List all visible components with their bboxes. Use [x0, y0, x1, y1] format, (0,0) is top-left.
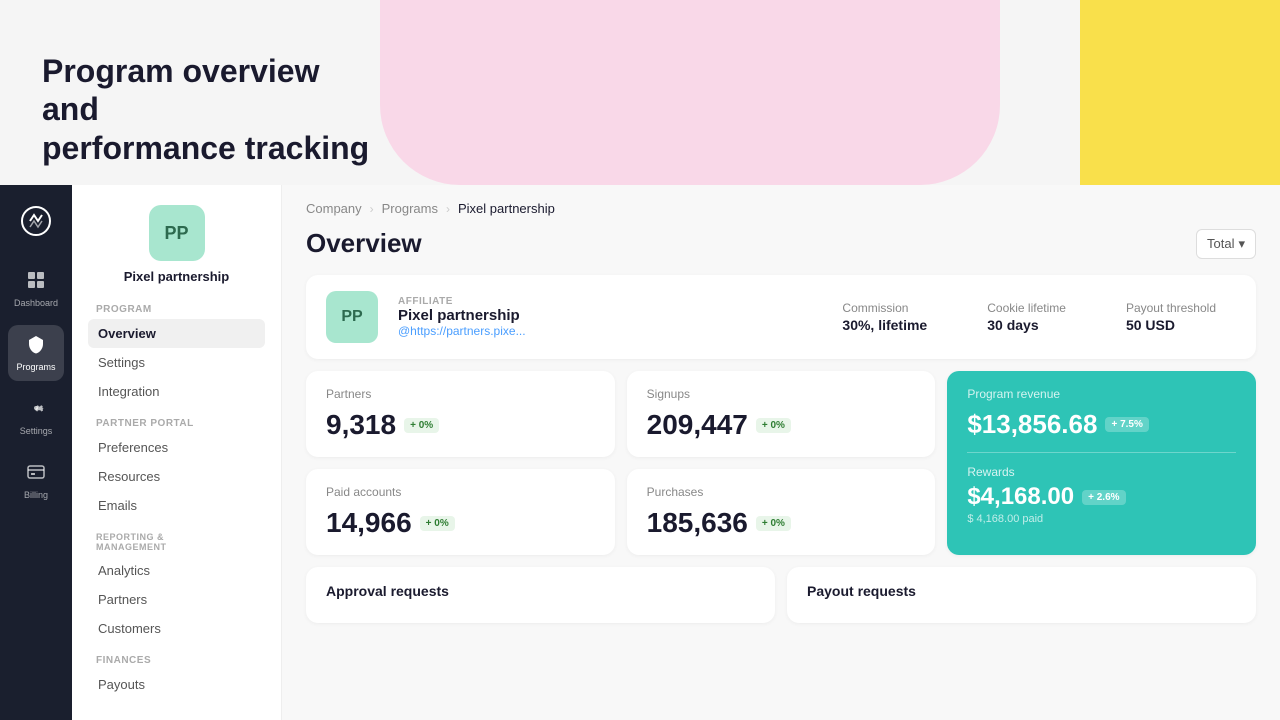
partners-value-row: 9,318 + 0% — [326, 409, 595, 441]
partner-header: PP Pixel partnership — [88, 205, 265, 284]
sidebar-item-preferences[interactable]: Preferences — [88, 433, 265, 462]
nav-programs[interactable]: Programs — [8, 325, 64, 381]
main-layout: Dashboard Programs Settings — [0, 185, 1280, 720]
purchases-value-row: 185,636 + 0% — [647, 507, 916, 539]
partners-value: 9,318 — [326, 409, 396, 441]
purchases-label: Purchases — [647, 485, 916, 499]
app-logo — [16, 201, 56, 241]
approval-requests-card: Approval requests — [306, 567, 775, 623]
sidebar-item-settings[interactable]: Settings — [88, 348, 265, 377]
stats-grid: Partners 9,318 + 0% Signups 209,447 + 0%… — [306, 371, 1256, 555]
partner-name: Pixel partnership — [124, 269, 229, 284]
affiliate-avatar: PP — [326, 291, 378, 343]
approval-title: Approval requests — [326, 583, 755, 599]
billing-icon — [26, 462, 46, 487]
sidebar-item-partners[interactable]: Partners — [88, 585, 265, 614]
breadcrumb-programs[interactable]: Programs — [382, 201, 438, 216]
paid-accounts-label: Paid accounts — [326, 485, 595, 499]
breadcrumb-pixel: Pixel partnership — [458, 201, 555, 216]
revenue-value: $13,856.68 — [967, 409, 1097, 440]
signups-badge: + 0% — [756, 418, 791, 433]
affiliate-name: Pixel partnership — [398, 307, 802, 324]
section-label-reporting: REPORTING &MANAGEMENT — [96, 532, 265, 552]
chevron-down-icon: ▾ — [1238, 236, 1245, 252]
paid-accounts-card: Paid accounts 14,966 + 0% — [306, 469, 615, 555]
nav-billing[interactable]: Billing — [8, 453, 64, 509]
breadcrumb-sep-1: › — [370, 202, 374, 216]
purchases-value: 185,636 — [647, 507, 748, 539]
section-label-program: PROGRAM — [96, 304, 265, 315]
rewards-label: Rewards — [967, 465, 1236, 479]
sidebar-item-overview[interactable]: Overview — [88, 319, 265, 348]
page-title-area: Program overview and performance trackin… — [42, 52, 382, 167]
revenue-card: Program revenue $13,856.68 + 7.5% Reward… — [947, 371, 1256, 555]
paid-accounts-value: 14,966 — [326, 507, 412, 539]
rewards-value-row: $4,168.00 + 2.6% — [967, 483, 1236, 511]
payout-title: Payout requests — [807, 583, 1236, 599]
breadcrumb: Company › Programs › Pixel partnership — [306, 201, 1256, 216]
bg-pink-decoration — [380, 0, 1000, 185]
rewards-value: $4,168.00 — [967, 483, 1074, 511]
sidebar-item-payouts[interactable]: Payouts — [88, 670, 265, 699]
affiliate-info: AFFILIATE Pixel partnership @https://par… — [398, 296, 802, 338]
section-label-partner-portal: PARTNER PORTAL — [96, 418, 265, 429]
sidebar-light: PP Pixel partnership PROGRAM Overview Se… — [72, 185, 282, 720]
rewards-paid: $ 4,168.00 paid — [967, 513, 1236, 525]
signups-label: Signups — [647, 387, 916, 401]
signups-card: Signups 209,447 + 0% — [627, 371, 936, 457]
affiliate-url[interactable]: @https://partners.pixe... — [398, 324, 802, 338]
signups-value-row: 209,447 + 0% — [647, 409, 916, 441]
revenue-badge: + 7.5% — [1105, 417, 1148, 432]
total-dropdown[interactable]: Total ▾ — [1196, 229, 1256, 259]
partners-badge: + 0% — [404, 418, 439, 433]
breadcrumb-sep-2: › — [446, 202, 450, 216]
nav-settings[interactable]: Settings — [8, 389, 64, 445]
purchases-card: Purchases 185,636 + 0% — [627, 469, 936, 555]
page-title: Program overview and performance trackin… — [42, 52, 382, 167]
main-content: Company › Programs › Pixel partnership O… — [282, 185, 1280, 720]
commission-stat: Commission 30%, lifetime — [822, 301, 947, 333]
bottom-grid: Approval requests Payout requests — [306, 567, 1256, 623]
breadcrumb-company[interactable]: Company — [306, 201, 362, 216]
sidebar-item-customers[interactable]: Customers — [88, 614, 265, 643]
partners-label: Partners — [326, 387, 595, 401]
dashboard-icon — [26, 270, 46, 295]
paid-accounts-badge: + 0% — [420, 516, 455, 531]
sidebar-item-resources[interactable]: Resources — [88, 462, 265, 491]
cookie-stat: Cookie lifetime 30 days — [967, 301, 1086, 333]
revenue-label: Program revenue — [967, 387, 1236, 401]
signups-value: 209,447 — [647, 409, 748, 441]
payout-requests-card: Payout requests — [787, 567, 1256, 623]
affiliate-card: PP AFFILIATE Pixel partnership @https://… — [306, 275, 1256, 359]
overview-title: Overview — [306, 228, 422, 259]
affiliate-label: AFFILIATE — [398, 296, 802, 307]
sidebar-item-integration[interactable]: Integration — [88, 377, 265, 406]
overview-header: Overview Total ▾ — [306, 228, 1256, 259]
purchases-badge: + 0% — [756, 516, 791, 531]
sidebar-item-analytics[interactable]: Analytics — [88, 556, 265, 585]
settings-icon — [26, 398, 46, 423]
nav-dashboard[interactable]: Dashboard — [8, 261, 64, 317]
programs-icon — [26, 334, 46, 359]
sidebar-item-emails[interactable]: Emails — [88, 491, 265, 520]
threshold-stat: Payout threshold 50 USD — [1106, 301, 1236, 333]
sidebar-dark: Dashboard Programs Settings — [0, 185, 72, 720]
rewards-badge: + 2.6% — [1082, 490, 1125, 505]
partners-card: Partners 9,318 + 0% — [306, 371, 615, 457]
paid-accounts-value-row: 14,966 + 0% — [326, 507, 595, 539]
section-label-finances: FINANCES — [96, 655, 265, 666]
partner-avatar: PP — [149, 205, 205, 261]
revenue-value-row: $13,856.68 + 7.5% — [967, 409, 1236, 440]
